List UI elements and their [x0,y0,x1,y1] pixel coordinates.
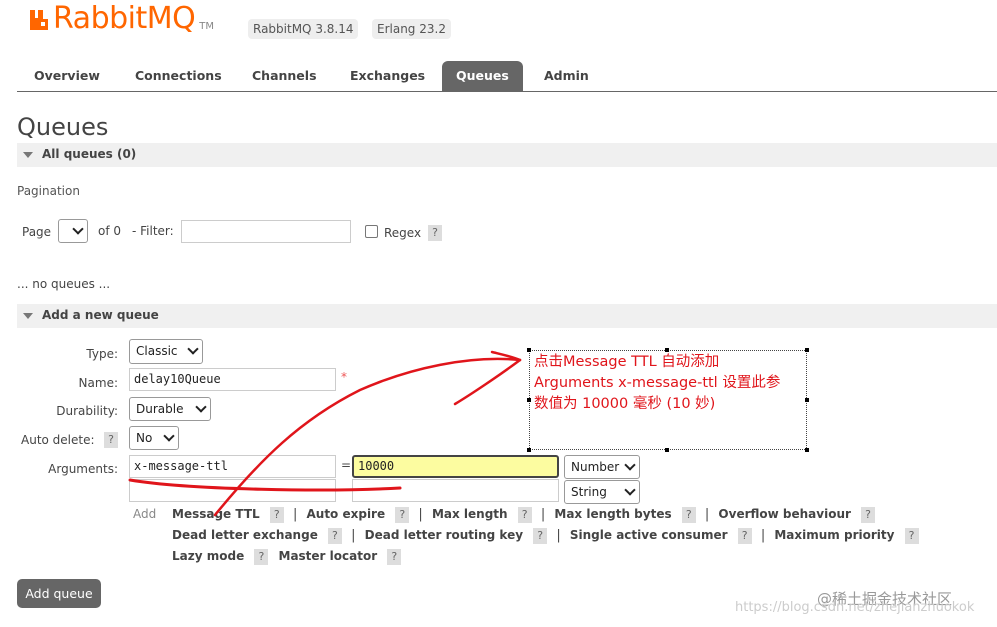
annotation-arrow [128,350,522,517]
watermark-url: https://blog.csdn.net/zhejianzhuokok [735,600,975,615]
